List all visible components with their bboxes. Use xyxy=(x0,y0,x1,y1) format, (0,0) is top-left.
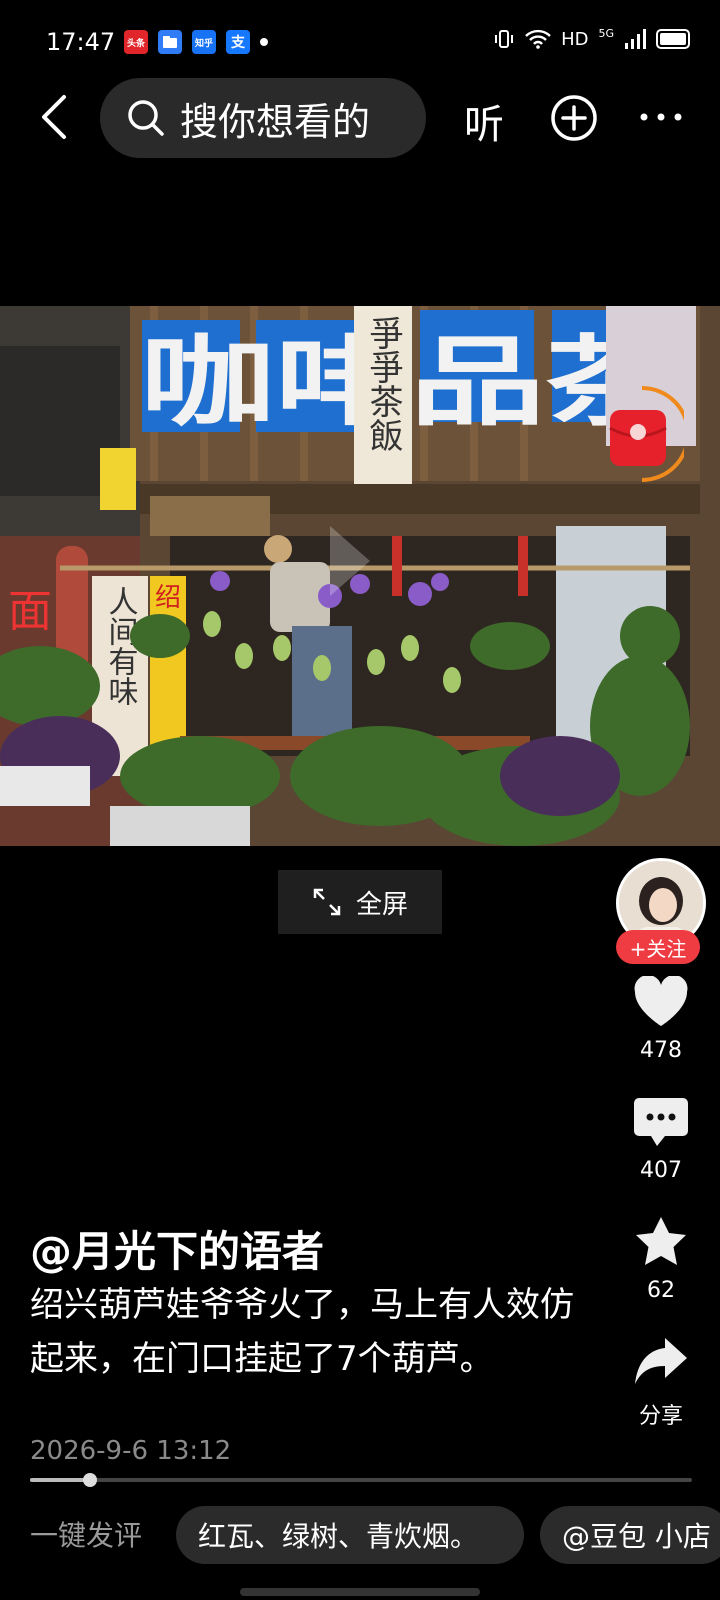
quick-comment-chip[interactable]: 红瓦、绿树、青炊烟。 xyxy=(176,1506,524,1564)
wifi-icon xyxy=(525,29,551,49)
like-count: 478 xyxy=(640,1038,682,1063)
post-caption: 绍兴葫芦娃爷爷火了，马上有人效仿起来，在门口挂起了7个葫芦。 xyxy=(30,1285,574,1379)
back-button[interactable] xyxy=(34,92,74,142)
favorite-button[interactable]: 62 xyxy=(606,1216,716,1303)
alipay-app-icon: 支 xyxy=(226,30,250,54)
toutiao-app-icon: 头条 xyxy=(124,30,148,54)
more-dots-icon xyxy=(640,113,682,121)
heart-icon xyxy=(634,975,688,1026)
one-click-comment-label: 一键发评 xyxy=(30,1519,143,1552)
like-button[interactable]: 478 xyxy=(606,975,716,1063)
plus-circle-icon xyxy=(551,95,597,141)
video-banner-text: 爭爭茶飯 xyxy=(363,316,403,452)
hd-label: HD xyxy=(561,28,589,50)
video-yellow-sign: 绍 xyxy=(155,583,181,613)
listen-button[interactable]: 听 xyxy=(464,92,504,150)
progress-knob[interactable] xyxy=(82,1473,97,1487)
quick-comment-chip[interactable]: @豆包 小店 xyxy=(540,1506,720,1564)
signal-icon xyxy=(625,29,646,49)
progress-fill xyxy=(30,1478,90,1482)
star-icon xyxy=(636,1217,686,1265)
more-notifications-dot xyxy=(260,38,268,46)
fullscreen-button[interactable]: 全屏 xyxy=(278,870,442,934)
more-button[interactable] xyxy=(638,92,684,142)
comment-icon xyxy=(634,1098,688,1146)
comment-count: 407 xyxy=(640,1158,682,1183)
chevron-left-icon xyxy=(42,95,66,139)
fullscreen-label: 全屏 xyxy=(355,889,408,920)
vibrate-icon xyxy=(495,30,514,48)
favorite-count: 62 xyxy=(647,1278,675,1303)
comment-button[interactable]: 407 xyxy=(606,1096,716,1183)
quick-comment-bar: 一键发评 红瓦、绿树、青炊烟。 @豆包 小店 xyxy=(0,1506,720,1564)
system-icons: HD 5G xyxy=(493,26,690,50)
follow-button[interactable]: +关注 xyxy=(616,930,700,964)
notification-icons: 头条 知乎 支 xyxy=(124,30,268,54)
search-placeholder: 搜你想看的 xyxy=(180,99,371,144)
share-icon xyxy=(635,1338,687,1384)
expand-icon xyxy=(313,888,341,916)
status-time: 17:47 xyxy=(46,28,116,56)
author-name[interactable]: @月光下的语者 xyxy=(30,1218,324,1279)
share-button[interactable]: 分享 xyxy=(606,1336,716,1430)
post-date: 2026-9-6 13:12 xyxy=(30,1436,232,1466)
red-envelope-icon xyxy=(609,386,690,482)
video-left-sign: 面 xyxy=(8,586,52,637)
share-label: 分享 xyxy=(638,1404,683,1429)
zhihu-app-icon: 知乎 xyxy=(192,30,216,54)
add-button[interactable] xyxy=(550,94,598,142)
video-player[interactable]: 咖啡品茶 爭爭茶飯 面 人间有味 绍 xyxy=(0,306,720,846)
red-envelope-widget[interactable] xyxy=(602,384,690,484)
status-bar: 17:47 头条 知乎 支 HD 5G xyxy=(0,0,720,88)
video-left-banner: 人间有味 xyxy=(103,586,138,706)
top-nav: 搜你想看的 听 xyxy=(0,78,720,158)
network-label: 5G xyxy=(598,26,614,40)
search-input[interactable]: 搜你想看的 xyxy=(100,78,426,158)
home-indicator[interactable] xyxy=(240,1588,480,1596)
video-progress-bar[interactable] xyxy=(30,1473,692,1487)
battery-icon xyxy=(656,29,690,49)
files-app-icon xyxy=(158,30,182,54)
search-icon xyxy=(128,100,164,136)
